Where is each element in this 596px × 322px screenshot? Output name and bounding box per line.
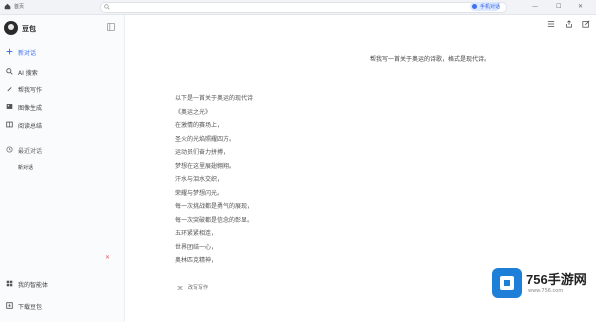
search-icon bbox=[104, 4, 110, 10]
sidebar-item-label: 新对话 bbox=[18, 50, 37, 57]
list-item[interactable] bbox=[18, 179, 118, 190]
list-item[interactable] bbox=[18, 194, 118, 205]
rewrite-label: 改写写作 bbox=[188, 285, 209, 291]
home-icon[interactable] bbox=[4, 3, 11, 10]
plus-icon bbox=[6, 48, 13, 55]
browser-titlebar: 首页 手机对话 — ☐ ✕ bbox=[0, 0, 596, 15]
phone-icon bbox=[472, 4, 477, 9]
sidebar-item-label: 下载豆包 bbox=[18, 304, 43, 311]
maximize-button[interactable]: ☐ bbox=[556, 3, 561, 10]
answer-line: 在激情的赛场上， bbox=[175, 122, 224, 129]
sidebar-item-label: 图像生成 bbox=[18, 105, 43, 112]
sidebar-item-new-chat[interactable]: 新对话 bbox=[4, 45, 120, 58]
sidebar-item-label: 阅读总结 bbox=[18, 123, 43, 130]
answer-line: 汗水与泪水交织， bbox=[175, 176, 224, 183]
badge-label: 手机对话 bbox=[480, 4, 501, 10]
close-button[interactable]: ✕ bbox=[578, 3, 583, 10]
search-bar[interactable] bbox=[100, 2, 507, 13]
pen-icon bbox=[7, 87, 12, 92]
answer-line: 荣耀与梦想闪光。 bbox=[175, 189, 224, 197]
list-item[interactable]: 新对话 bbox=[18, 162, 118, 173]
watermark-url: www.756.com bbox=[528, 288, 564, 294]
answer-line: 《奥运之光》 bbox=[175, 108, 212, 116]
sidebar-item-ai-search[interactable]: AI 搜索 bbox=[4, 65, 120, 78]
sidebar-item-reading[interactable]: 阅读总结 bbox=[4, 118, 120, 131]
username: 豆包 bbox=[22, 25, 36, 33]
share-icon[interactable] bbox=[565, 20, 573, 28]
answer-line: 每一次突破都是信念的彰显。 bbox=[175, 216, 254, 224]
book-icon bbox=[6, 121, 13, 128]
answer-line: 世界团结一心， bbox=[175, 243, 218, 251]
history-label: 新对话 bbox=[18, 165, 34, 171]
watermark-logo: 756手游网 www.756.com bbox=[492, 266, 588, 300]
answer-line: 五环紧紧相连， bbox=[175, 230, 218, 237]
assistant-answer: 以下是一首关于奥运的现代诗 《奥运之光》 在激情的赛场上， 圣火的光焰照耀四方。… bbox=[175, 92, 435, 268]
answer-line: 梦想在这里展翅翱翔。 bbox=[175, 162, 236, 170]
list-item[interactable] bbox=[18, 224, 118, 235]
user-message: 帮我写一首关于奥运的诗歌，格式是现代诗。 bbox=[370, 56, 491, 63]
download-icon bbox=[6, 302, 13, 309]
answer-line: 圣火的光焰照耀四方。 bbox=[175, 135, 236, 143]
shuffle-icon bbox=[177, 286, 183, 290]
menu-icon[interactable] bbox=[547, 20, 555, 28]
sidebar-collapse-icon[interactable] bbox=[107, 23, 115, 31]
search-icon bbox=[6, 68, 13, 75]
new-chat-icon[interactable] bbox=[582, 20, 590, 28]
answer-line: 每一次挑战都是勇气的展现， bbox=[175, 203, 254, 210]
sidebar-item-label: AI 搜索 bbox=[18, 70, 38, 77]
list-item[interactable] bbox=[18, 209, 118, 220]
cube-logo-icon bbox=[492, 268, 522, 298]
phone-chat-badge[interactable]: 手机对话 bbox=[470, 2, 500, 11]
sidebar-item-label: 最近对话 bbox=[18, 148, 43, 155]
sidebar-item-download[interactable]: 下载豆包 bbox=[4, 299, 120, 312]
watermark-brand: 756手游网 bbox=[526, 272, 587, 287]
sidebar: 豆包 新对话 AI 搜索 帮我写作 图像生成 阅读总结 最近对话 新对话 ✕ 我… bbox=[0, 15, 125, 322]
sidebar-item-label: 我的智能体 bbox=[18, 282, 49, 289]
sidebar-item-agents[interactable]: 我的智能体 bbox=[4, 277, 120, 290]
clock-icon bbox=[6, 146, 13, 153]
sidebar-item-label: 帮我写作 bbox=[18, 87, 43, 94]
sidebar-item-image-gen[interactable]: 图像生成 bbox=[4, 100, 120, 113]
tab-title[interactable]: 首页 bbox=[14, 3, 24, 10]
list-item[interactable]: ✕ bbox=[18, 253, 118, 264]
answer-line: 运动员们奋力拼搏， bbox=[175, 149, 230, 156]
answer-line: 以下是一首关于奥运的现代诗 bbox=[175, 95, 254, 102]
minimize-button[interactable]: — bbox=[532, 3, 538, 10]
list-item[interactable] bbox=[18, 239, 118, 250]
recent-chats-header[interactable]: 最近对话 bbox=[4, 143, 120, 156]
answer-line: 奥林匹克精神， bbox=[175, 257, 218, 264]
avatar[interactable] bbox=[4, 21, 18, 35]
sidebar-item-writing[interactable]: 帮我写作 bbox=[4, 82, 120, 95]
delete-icon[interactable]: ✕ bbox=[105, 254, 110, 261]
image-icon bbox=[6, 104, 13, 109]
grid-icon bbox=[6, 280, 13, 287]
